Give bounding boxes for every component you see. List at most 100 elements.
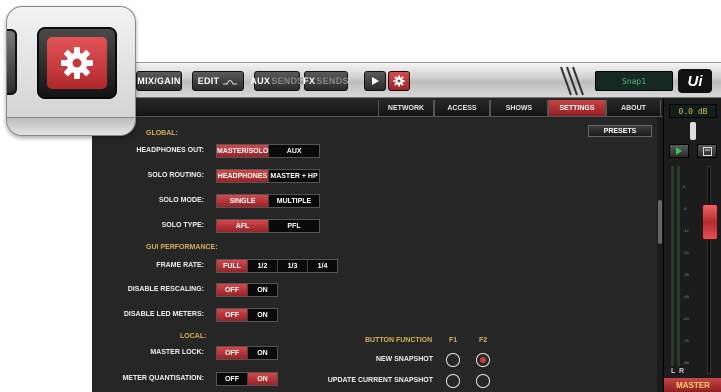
option-afl[interactable]: AFL (217, 220, 268, 232)
column-f1-header: F1 (449, 337, 458, 344)
option-off[interactable]: OFF (217, 373, 247, 385)
button-function-row-label: UPDATE CURRENT SNAPSHOT (327, 377, 433, 384)
option-quarter[interactable]: 1/4 (307, 260, 337, 272)
tab-label: NETWORK (387, 104, 425, 112)
aux-sends-label: SENDS (271, 76, 304, 86)
tab-about[interactable]: ABOUT (606, 100, 661, 116)
section-gui-performance: GUI PERFORMANCE: (146, 244, 218, 251)
zoomed-settings-button[interactable] (37, 27, 117, 99)
disable-led-meters-toggle: OFF ON (216, 308, 278, 322)
master-db-value: 0.0 dB (678, 106, 708, 116)
master-db-readout: 0.0 dB (669, 104, 717, 118)
ui-logo: Ui (678, 69, 712, 93)
master-edit-button[interactable] (697, 144, 717, 158)
master-lock-toggle: OFF ON (216, 346, 278, 360)
grip-icon (560, 66, 584, 96)
option-off[interactable]: OFF (217, 347, 247, 359)
option-on[interactable]: ON (246, 373, 277, 385)
aux-sends-button[interactable]: AUX SENDS (250, 71, 303, 91)
solo-mode-selector: SINGLE MULTIPLE (216, 194, 320, 208)
snapshot-display[interactable]: Snap1 (595, 71, 673, 91)
tab-shows[interactable]: SHOWS (490, 100, 548, 116)
scale-tick: -36 (683, 272, 689, 277)
section-local: LOCAL: (180, 333, 207, 340)
master-fader-track[interactable] (707, 166, 711, 374)
master-label: MASTER (664, 378, 721, 392)
tab-label: SHOWS (505, 104, 533, 112)
option-half[interactable]: 1/2 (247, 260, 277, 272)
option-off[interactable]: OFF (217, 309, 247, 321)
ui-logo-text: Ui (687, 72, 703, 90)
option-aux[interactable]: AUX (268, 145, 319, 157)
snapshot-name: Snap1 (621, 76, 647, 86)
tab-label: SETTINGS (559, 104, 595, 112)
zoomed-settings-face (47, 37, 107, 89)
zoomed-settings-callout (6, 6, 136, 136)
mix-gain-button[interactable]: MIX/GAIN (136, 71, 182, 91)
scrollbar-thumb[interactable] (658, 200, 662, 244)
eq-curve-icon (223, 80, 238, 85)
section-global: GLOBAL: (146, 130, 178, 137)
new-snapshot-f2-radio[interactable] (476, 353, 490, 367)
gear-icon (393, 75, 405, 87)
disable-rescaling-toggle: OFF ON (216, 283, 278, 297)
column-f2-header: F2 (479, 337, 488, 344)
frame-rate-selector: FULL 1/2 1/3 1/4 (216, 259, 338, 273)
option-master-hp[interactable]: MASTER + HP (267, 170, 319, 182)
edit-button[interactable]: EDIT (192, 71, 244, 91)
option-on[interactable]: ON (246, 284, 277, 296)
fx-sends-label: SENDS (316, 76, 349, 86)
update-snapshot-f1-radio[interactable] (446, 374, 460, 388)
scale-tick: -48 (683, 294, 689, 299)
fx-label: FX (303, 76, 316, 86)
settings-button[interactable] (388, 71, 410, 91)
top-toolbar: MIX/GAIN EDIT AUX SENDS FX SENDS Snap1 Ui (92, 62, 721, 98)
setting-label-disable-led-meters: DISABLE LED METERS: (123, 311, 204, 318)
setting-label-meter-quantisation: METER QUANTISATION: (122, 375, 204, 382)
option-multiple[interactable]: MULTIPLE (267, 195, 319, 207)
tab-settings[interactable]: SETTINGS (548, 100, 606, 116)
play-icon (676, 147, 682, 155)
scale-tick: -6 (683, 206, 687, 211)
option-off[interactable]: OFF (217, 284, 247, 296)
option-pfl[interactable]: PFL (267, 220, 319, 232)
master-play-button[interactable] (669, 144, 689, 158)
presets-button[interactable]: PRESETS (588, 125, 652, 137)
update-snapshot-f2-radio[interactable] (476, 374, 490, 388)
settings-tabs-bar: NETWORK ACCESS SHOWS SETTINGS ABOUT (92, 98, 663, 117)
tab-network[interactable]: NETWORK (378, 100, 434, 116)
meter-left (671, 166, 674, 366)
zoomed-toolbar-edge (7, 117, 135, 135)
fx-sends-button[interactable]: FX SENDS (303, 71, 349, 91)
headphones-out-selector: MASTER/SOLO AUX (216, 144, 320, 158)
presets-label: PRESETS (603, 127, 637, 135)
scale-tick: -88 (683, 360, 689, 365)
edit-icon (702, 146, 712, 156)
setting-label-solo-mode: SOLO MODE: (158, 197, 204, 204)
option-on[interactable]: ON (246, 309, 277, 321)
tab-label: ABOUT (621, 104, 646, 112)
gear-icon (61, 47, 93, 79)
solo-type-selector: AFL PFL (216, 219, 320, 233)
option-single[interactable]: SINGLE (217, 195, 268, 207)
new-snapshot-f1-radio[interactable] (446, 353, 460, 367)
scale-tick: -76 (683, 338, 689, 343)
master-label-text: MASTER (676, 380, 710, 390)
option-on[interactable]: ON (246, 347, 277, 359)
play-button[interactable] (364, 71, 386, 91)
option-master-solo[interactable]: MASTER/SOLO (217, 145, 269, 157)
scale-tick: -24 (683, 250, 689, 255)
option-third[interactable]: 1/3 (277, 260, 307, 272)
meter-scale: 0 -6 -12 -24 -36 -48 -60 -76 -88 (683, 176, 689, 374)
setting-label-master-lock: MASTER LOCK: (150, 349, 204, 356)
master-strip: 0.0 dB L R 0 -6 -12 -24 -36 -48 -60 -76 … (663, 98, 721, 392)
pan-knob[interactable] (690, 122, 696, 140)
tab-access[interactable]: ACCESS (434, 100, 490, 116)
button-function-title: BUTTON FUNCTION (365, 337, 433, 344)
zoomed-adjacent-button (7, 29, 17, 95)
master-fader-handle[interactable] (702, 204, 718, 240)
mix-gain-label: MIX/GAIN (137, 76, 181, 86)
option-full[interactable]: FULL (217, 260, 247, 272)
scale-tick: -60 (683, 316, 689, 321)
option-headphones[interactable]: HEADPHONES (217, 170, 268, 182)
